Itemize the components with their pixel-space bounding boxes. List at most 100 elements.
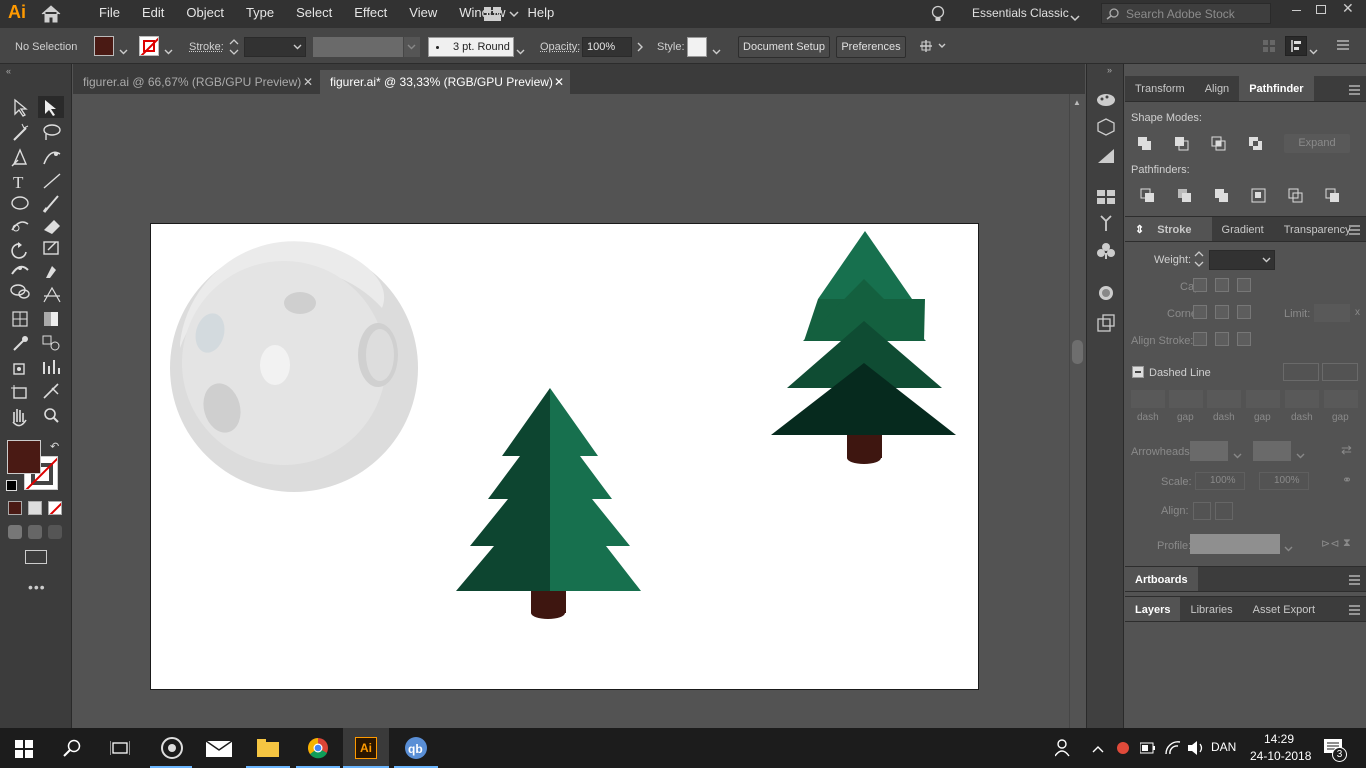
outline-icon[interactable] (1288, 188, 1304, 204)
chevron-down-icon[interactable] (1309, 44, 1318, 58)
screen-mode-icon[interactable] (25, 550, 47, 564)
end-arrowhead-select[interactable] (1253, 441, 1291, 461)
dash-field[interactable] (1207, 390, 1241, 408)
control-bar-menu-icon[interactable] (1337, 39, 1349, 54)
chevron-down-icon[interactable] (516, 44, 525, 58)
gap-field[interactable] (1169, 390, 1203, 408)
blend-tool-icon[interactable] (42, 335, 60, 351)
shape-builder-icon[interactable] (10, 284, 30, 299)
menu-help[interactable]: Help (516, 0, 565, 28)
swap-arrowheads-icon[interactable]: ⇄ (1341, 442, 1352, 458)
scroll-up-icon[interactable]: ▲ (1073, 98, 1081, 107)
chevron-right-icon[interactable] (637, 41, 644, 55)
arrow-tip-at-end-icon[interactable] (1215, 502, 1233, 520)
volume-icon[interactable] (1188, 740, 1206, 759)
tray-app-icon[interactable] (1115, 740, 1131, 759)
collapse-toolbar-icon[interactable]: « (6, 66, 11, 76)
start-arrowhead-select[interactable] (1190, 441, 1228, 461)
align-outside-icon[interactable] (1237, 332, 1251, 346)
chevron-down-icon[interactable] (119, 44, 128, 58)
transform-again-icon[interactable] (917, 37, 947, 58)
restore-icon[interactable] (1316, 5, 1326, 14)
tab-transparency[interactable]: Transparency (1274, 217, 1361, 241)
chevron-down-icon[interactable] (164, 44, 173, 58)
artboard-tool-icon[interactable] (11, 385, 27, 399)
clock-date[interactable]: 24-10-2018 (1250, 749, 1311, 763)
graphic-style-swatch[interactable] (687, 37, 707, 57)
panel-menu-icon[interactable] (1349, 604, 1360, 618)
crop-icon[interactable] (1251, 188, 1267, 204)
menu-view[interactable]: View (398, 0, 448, 28)
link-scale-icon[interactable]: ⚭ (1342, 473, 1352, 487)
column-graph-icon[interactable] (43, 360, 60, 374)
taskbar-app-1[interactable] (150, 728, 192, 768)
perspective-grid-icon[interactable] (43, 286, 61, 303)
clock-time[interactable]: 14:29 (1264, 732, 1294, 746)
pen-tool-icon[interactable] (11, 148, 28, 167)
align-center-icon[interactable] (1193, 332, 1207, 346)
battery-icon[interactable] (1139, 742, 1156, 757)
lasso-icon[interactable] (43, 124, 61, 140)
gradient-mode-icon[interactable] (28, 501, 42, 515)
flip-vertical-icon[interactable]: ⧗ (1343, 537, 1351, 550)
draw-normal-icon[interactable] (8, 525, 22, 539)
tab-align[interactable]: Align (1195, 76, 1239, 101)
width-tool-icon[interactable] (11, 265, 29, 275)
expand-button[interactable]: Expand (1284, 134, 1350, 153)
chevron-down-icon[interactable] (712, 44, 721, 58)
trim-icon[interactable] (1177, 188, 1193, 204)
symbols-icon[interactable] (1097, 242, 1115, 263)
color-guide-icon[interactable] (1096, 92, 1116, 111)
miter-join-icon[interactable] (1193, 305, 1207, 319)
align-panel-icon[interactable] (1285, 36, 1307, 56)
gradient-tool-icon[interactable] (44, 312, 58, 326)
end-scale-field[interactable]: 100% (1259, 472, 1309, 490)
vertical-scrollbar[interactable]: ▲ (1069, 94, 1085, 728)
divide-icon[interactable] (1140, 188, 1156, 204)
menu-type[interactable]: Type (235, 0, 285, 28)
document-setup-button[interactable]: Document Setup (738, 36, 830, 58)
unite-icon[interactable] (1137, 136, 1153, 155)
brushes-icon[interactable] (1097, 214, 1115, 235)
grid-icon[interactable] (1262, 39, 1276, 56)
file-explorer-taskbar[interactable] (246, 728, 290, 768)
workspace-switcher[interactable]: Essentials Classic (972, 6, 1069, 20)
menu-edit[interactable]: Edit (131, 0, 175, 28)
align-dash-icon[interactable] (1322, 363, 1358, 381)
profile-select[interactable] (1190, 534, 1280, 554)
search-icon[interactable] (63, 739, 81, 760)
qbittorrent-taskbar[interactable]: qb (394, 728, 438, 768)
stroke-color-swatch[interactable] (139, 36, 159, 56)
gap-field[interactable] (1246, 390, 1280, 408)
opacity-label[interactable]: Opacity: (540, 41, 580, 53)
brush-definition[interactable]: 3 pt. Round (428, 37, 514, 57)
tab-figurer-66[interactable]: figurer.ai @ 66,67% (RGB/GPU Preview) ✕ (73, 70, 320, 94)
scale-tool-icon[interactable] (43, 241, 59, 255)
expand-panels-icon[interactable]: » (1107, 65, 1112, 75)
close-tab-icon[interactable]: ✕ (554, 70, 564, 94)
stroke-weight-field[interactable] (244, 37, 306, 57)
tray-expand-icon[interactable] (1092, 742, 1104, 756)
intersect-icon[interactable] (1211, 136, 1227, 155)
stroke-stepper-icon[interactable] (229, 38, 239, 59)
flip-horizontal-icon[interactable]: ⊳⊲ (1321, 537, 1339, 550)
tab-stroke[interactable]: ⇕ Stroke (1125, 217, 1212, 241)
weight-stepper-icon[interactable] (1194, 250, 1204, 271)
stroke-label[interactable]: Stroke: (189, 41, 224, 53)
appearance-icon[interactable] (1097, 148, 1115, 167)
swatches-icon[interactable] (1097, 190, 1115, 207)
opacity-field[interactable]: 100% (582, 37, 632, 57)
magic-wand-icon[interactable] (13, 123, 29, 141)
paintbrush-icon[interactable] (42, 195, 59, 213)
task-view-icon[interactable] (109, 740, 131, 759)
artboard[interactable] (150, 223, 980, 691)
transform-icon[interactable] (1097, 314, 1115, 335)
start-scale-field[interactable]: 100% (1195, 472, 1245, 490)
dash-field[interactable] (1131, 390, 1165, 408)
tab-layers[interactable]: Layers (1125, 597, 1181, 621)
bevel-join-icon[interactable] (1237, 305, 1251, 319)
arrow-tip-beyond-icon[interactable] (1193, 502, 1211, 520)
eyedropper-icon[interactable] (13, 336, 28, 351)
minimize-icon[interactable] (1292, 10, 1301, 11)
tab-artboards[interactable]: Artboards (1125, 567, 1198, 591)
